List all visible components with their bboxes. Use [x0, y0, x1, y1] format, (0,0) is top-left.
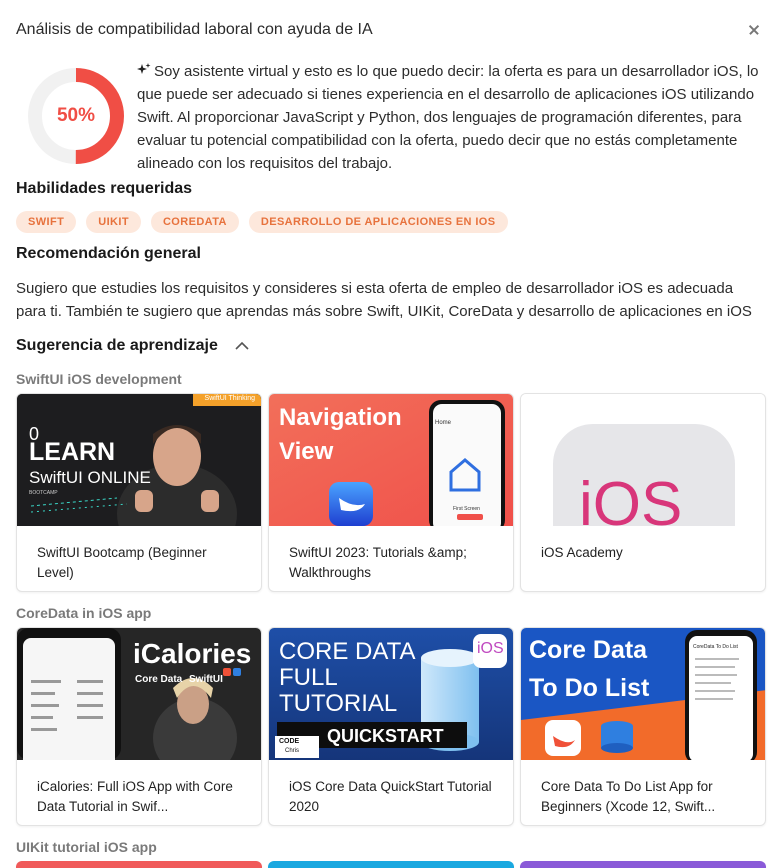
course-thumbnail: CORE DATA FULL TUTORIAL QUICKSTART iOS C… — [269, 628, 513, 760]
thumb-text: TUTORIAL — [279, 690, 398, 717]
course-thumbnail: 0 LEARN SwiftUI ONLINE BOOTCAMP SwiftUI … — [17, 394, 261, 526]
course-row: 0 LEARN SwiftUI ONLINE BOOTCAMP SwiftUI … — [16, 393, 766, 592]
category-title: SwiftUI iOS development — [16, 371, 182, 387]
skills-chips: SWIFT UIKIT COREDATA DESARROLLO DE APLIC… — [16, 211, 508, 233]
learning-heading: Sugerencia de aprendizaje — [16, 337, 218, 354]
thumb-text: First Screen — [453, 506, 480, 512]
course-title: Core Data To Do List App for Beginners (… — [541, 779, 716, 814]
thumb-text: CODE — [279, 738, 300, 745]
recommendation-heading: Recomendación general — [16, 245, 201, 262]
sparkle-icon — [137, 63, 151, 74]
course-card[interactable] — [268, 861, 514, 868]
thumb-text: Core Data — [135, 674, 183, 685]
summary-text: Soy asistente virtual y esto es lo que p… — [137, 63, 759, 172]
course-card[interactable]: iOS iOS Academy — [520, 393, 766, 592]
category-title: UIKit tutorial iOS app — [16, 839, 157, 855]
thumb-text: View — [279, 438, 334, 465]
thumb-text: BOOTCAMP — [29, 490, 58, 496]
course-title: SwiftUI 2023: Tutorials &amp; Walkthroug… — [289, 545, 467, 580]
course-title: SwiftUI Bootcamp (Beginner Level) — [37, 545, 207, 580]
course-card[interactable]: Navigation View Home First Screen SwiftU… — [268, 393, 514, 592]
thumb-text: Chris — [285, 748, 300, 754]
thumb-text: iOS — [477, 640, 504, 657]
course-card[interactable] — [16, 861, 262, 868]
course-card[interactable]: iCalories Core Data SwiftUI iCalories: F… — [16, 627, 262, 826]
thumb-text: FULL — [279, 664, 338, 691]
course-card[interactable]: Core Data To Do List CoreData To Do List… — [520, 627, 766, 826]
course-card[interactable] — [520, 861, 766, 868]
skill-chip: DESARROLLO DE APLICACIONES EN IOS — [248, 211, 508, 233]
skills-heading: Habilidades requeridas — [16, 180, 193, 197]
thumb-text: SwiftUI Thinking — [204, 395, 255, 402]
course-thumbnail: Navigation View Home First Screen — [269, 394, 513, 526]
course-card[interactable]: 0 LEARN SwiftUI ONLINE BOOTCAMP SwiftUI … — [16, 393, 262, 592]
course-thumbnail: iOS — [521, 394, 765, 526]
category-title: CoreData in iOS app — [16, 605, 152, 621]
skill-chip: UIKIT — [86, 211, 141, 233]
learning-section-header[interactable]: Sugerencia de aprendizaje — [16, 335, 250, 357]
recommendation-text: Sugiero que estudies los requisitos y co… — [16, 280, 752, 320]
skill-chip: COREDATA — [150, 211, 239, 233]
course-title: iOS Academy — [541, 545, 623, 560]
thumb-text: Home — [435, 420, 452, 426]
thumb-text: LEARN — [29, 438, 116, 466]
thumb-text: iCalories — [133, 638, 252, 669]
compatibility-modal: Análisis de compatibilidad laboral con a… — [0, 0, 780, 868]
score-gauge: 50% — [27, 67, 125, 165]
ai-summary: Soy asistente virtual y esto es lo que p… — [137, 60, 763, 175]
thumb-text: QUICKSTART — [327, 726, 444, 746]
course-thumbnail: iCalories Core Data SwiftUI — [17, 628, 261, 760]
modal-title: Análisis de compatibilidad laboral con a… — [16, 21, 373, 38]
thumb-text: Core Data — [529, 636, 648, 664]
thumb-text: Navigation — [279, 404, 402, 431]
thumb-text: CORE DATA — [279, 638, 416, 665]
thumb-text: iOS — [579, 470, 683, 527]
course-title: iOS Core Data QuickStart Tutorial 2020 — [289, 779, 492, 814]
thumb-text: CoreData To Do List — [693, 644, 738, 650]
thumb-text: SwiftUI ONLINE — [29, 468, 151, 487]
course-card[interactable]: CORE DATA FULL TUTORIAL QUICKSTART iOS C… — [268, 627, 514, 826]
course-thumbnail: Core Data To Do List CoreData To Do List — [521, 628, 765, 760]
course-row: iCalories Core Data SwiftUI iCalories: F… — [16, 627, 766, 826]
skill-chip: SWIFT — [16, 211, 77, 233]
thumb-text: To Do List — [529, 674, 650, 702]
modal-header: Análisis de compatibilidad laboral con a… — [16, 18, 764, 42]
close-icon[interactable] — [744, 20, 764, 40]
course-title: iCalories: Full iOS App with Core Data T… — [37, 779, 233, 814]
course-row — [16, 861, 766, 868]
chevron-up-icon[interactable] — [234, 338, 250, 354]
score-label: 50% — [56, 105, 96, 126]
thumb-text: SwiftUI — [189, 674, 223, 685]
